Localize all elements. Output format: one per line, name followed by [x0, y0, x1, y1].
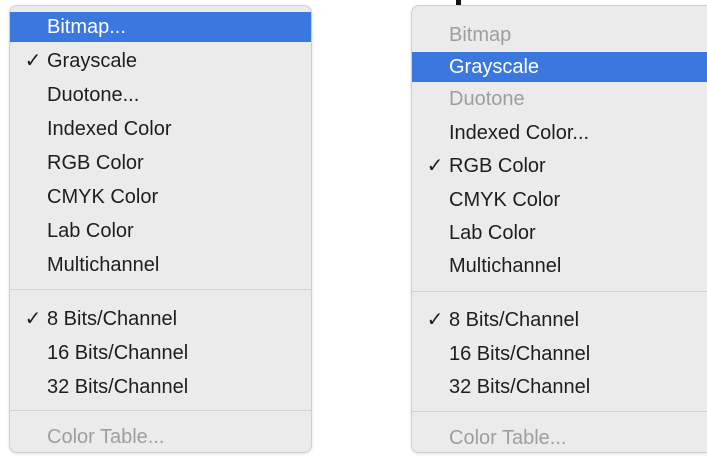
menu-item-label: Multichannel — [47, 254, 160, 276]
mode-menu-right: Bitmap Grayscale Duotone Indexed Color..… — [411, 5, 707, 453]
checkmark-icon: ✓ — [426, 155, 444, 177]
menu-item-label: Bitmap — [449, 24, 512, 46]
menu-item-label: Grayscale — [47, 50, 138, 72]
menu-item-16-bits-channel[interactable]: 16 Bits/Channel — [412, 339, 707, 369]
menu-item-label: Duotone... — [47, 84, 140, 106]
menu-item-label: 8 Bits/Channel — [449, 309, 580, 331]
checkmark-icon: ✓ — [24, 50, 42, 72]
menu-item-duotone[interactable]: Duotone... — [10, 80, 311, 110]
menu-item-multichannel[interactable]: Multichannel — [10, 250, 311, 280]
menu-item-label: RGB Color — [47, 152, 144, 174]
menu-item-rgb-color[interactable]: RGB Color — [10, 148, 311, 178]
menu-item-indexed-color[interactable]: Indexed Color — [10, 114, 311, 144]
menu-item-cmyk-color[interactable]: CMYK Color — [10, 182, 311, 212]
menu-item-rgb-color[interactable]: ✓ RGB Color — [412, 151, 707, 181]
menu-item-bitmap[interactable]: Bitmap... — [10, 12, 311, 42]
menu-separator — [10, 289, 311, 290]
checkmark-icon: ✓ — [24, 308, 42, 330]
menu-item-indexed-color[interactable]: Indexed Color... — [412, 118, 707, 148]
menu-item-label: 32 Bits/Channel — [47, 376, 189, 398]
menu-separator — [412, 291, 707, 292]
menu-item-label: CMYK Color — [47, 186, 159, 208]
menu-item-cmyk-color[interactable]: CMYK Color — [412, 185, 707, 215]
checkmark-icon: ✓ — [426, 309, 444, 331]
mode-menu-left: Bitmap... ✓ Grayscale Duotone... Indexed… — [9, 5, 312, 453]
menu-item-label: 16 Bits/Channel — [47, 342, 189, 364]
menu-item-label: Lab Color — [47, 220, 134, 242]
menu-item-bitmap[interactable]: Bitmap — [412, 20, 707, 50]
menu-item-grayscale[interactable]: Grayscale — [412, 52, 707, 82]
menu-item-label: CMYK Color — [449, 189, 561, 211]
menu-item-label: 32 Bits/Channel — [449, 376, 591, 398]
menu-item-8-bits-channel[interactable]: ✓ 8 Bits/Channel — [10, 304, 311, 334]
menu-item-label: Bitmap... — [47, 16, 126, 38]
menu-item-label: Color Table... — [449, 427, 567, 449]
menu-item-multichannel[interactable]: Multichannel — [412, 251, 707, 281]
menu-separator — [412, 411, 707, 412]
menu-item-16-bits-channel[interactable]: 16 Bits/Channel — [10, 338, 311, 368]
menu-item-lab-color[interactable]: Lab Color — [412, 218, 707, 248]
menu-item-label: Duotone — [449, 88, 525, 110]
menu-item-label: Grayscale — [449, 56, 540, 78]
menu-item-8-bits-channel[interactable]: ✓ 8 Bits/Channel — [412, 305, 707, 335]
menu-item-32-bits-channel[interactable]: 32 Bits/Channel — [412, 372, 707, 402]
menu-item-label: Multichannel — [449, 255, 562, 277]
menu-item-color-table[interactable]: Color Table... — [10, 422, 311, 452]
menu-item-label: Lab Color — [449, 222, 536, 244]
menu-item-label: Color Table... — [47, 426, 165, 448]
menu-item-label: RGB Color — [449, 155, 546, 177]
menu-item-32-bits-channel[interactable]: 32 Bits/Channel — [10, 372, 311, 402]
menu-item-color-table[interactable]: Color Table... — [412, 423, 707, 452]
menu-separator — [10, 410, 311, 411]
menu-item-label: 8 Bits/Channel — [47, 308, 178, 330]
menu-item-lab-color[interactable]: Lab Color — [10, 216, 311, 246]
menu-item-label: 16 Bits/Channel — [449, 343, 591, 365]
menu-item-label: Indexed Color — [47, 118, 172, 140]
menu-item-duotone[interactable]: Duotone — [412, 84, 707, 114]
menu-item-label: Indexed Color... — [449, 122, 590, 144]
menu-item-grayscale[interactable]: ✓ Grayscale — [10, 46, 311, 76]
